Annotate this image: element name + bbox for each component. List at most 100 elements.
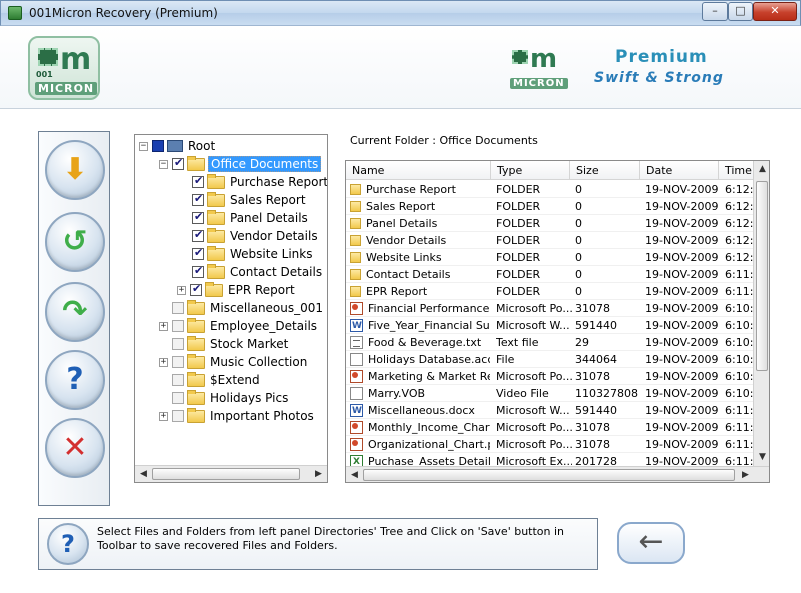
recover-drive-button[interactable]: ⬇ bbox=[45, 140, 105, 200]
tree-horizontal-scrollbar[interactable]: ◀ ▶ bbox=[135, 465, 327, 482]
scroll-thumb[interactable] bbox=[756, 181, 768, 371]
table-row[interactable]: Financial Performance o... Microsoft Po..… bbox=[346, 300, 755, 317]
exit-button[interactable]: ✕ bbox=[45, 418, 105, 478]
tree-node[interactable]: $Extend bbox=[172, 371, 262, 389]
tree-checkbox[interactable] bbox=[172, 392, 184, 404]
folder-icon bbox=[207, 263, 225, 279]
collapse-icon[interactable]: − bbox=[159, 159, 168, 169]
maximize-button[interactable]: □ bbox=[728, 2, 753, 21]
directory-tree[interactable]: − Root − Office Documents Purchase Repor… bbox=[134, 134, 328, 483]
tree-node[interactable]: Purchase Report bbox=[192, 173, 327, 191]
tree-node[interactable]: Stock Market bbox=[172, 335, 290, 353]
tree-checkbox[interactable] bbox=[192, 210, 204, 224]
tree-checkbox[interactable] bbox=[192, 174, 204, 188]
table-row[interactable]: Purchase Report FOLDER 0 19-NOV-2009 6:12:8 bbox=[346, 181, 755, 198]
table-row[interactable]: Monthly_Income_Chart.... Microsoft Po...3… bbox=[346, 419, 755, 436]
tree-node[interactable]: Panel Details bbox=[192, 209, 310, 227]
table-row[interactable]: Vendor Details FOLDER 0 19-NOV-2009 6:12:1 bbox=[346, 232, 755, 249]
tree-node[interactable]: + Music Collection bbox=[159, 353, 309, 371]
scroll-up-icon[interactable]: ▲ bbox=[755, 162, 769, 177]
back-button[interactable]: ← bbox=[617, 522, 685, 564]
tree-label: Employee_Details bbox=[210, 319, 318, 333]
vertical-scrollbar[interactable]: ▲ ▼ bbox=[753, 161, 769, 466]
tree-node-root[interactable]: − Root bbox=[139, 137, 217, 155]
table-row[interactable]: Marry.VOB Video File 110327808 19-NOV-2009 6… bbox=[346, 385, 755, 402]
tree-checkbox[interactable] bbox=[172, 156, 184, 170]
tree-label: Sales Report bbox=[230, 193, 306, 207]
tree-node[interactable]: Sales Report bbox=[192, 191, 308, 209]
help-button[interactable]: ? bbox=[45, 350, 105, 410]
file-name: Contact Details bbox=[366, 268, 451, 281]
table-row[interactable]: Website Links FOLDER 0 19-NOV-2009 6:12:1 bbox=[346, 249, 755, 266]
cell-size: 31078 bbox=[575, 370, 610, 383]
tree-node[interactable]: Holidays Pics bbox=[172, 389, 290, 407]
table-row[interactable]: Holidays Database.accdb File 344064 19-NOV-… bbox=[346, 351, 755, 368]
table-row[interactable]: Sales Report FOLDER 0 19-NOV-2009 6:12:6 bbox=[346, 198, 755, 215]
expand-icon[interactable]: + bbox=[159, 411, 168, 421]
scroll-down-icon[interactable]: ▼ bbox=[755, 450, 769, 465]
cell-type: File bbox=[496, 353, 515, 366]
tree-checkbox[interactable] bbox=[192, 192, 204, 206]
close-window-button[interactable]: ✕ bbox=[753, 2, 797, 21]
table-row[interactable]: Marketing & Market Res... Microsoft Po...… bbox=[346, 368, 755, 385]
table-row[interactable]: Five_Year_Financial Su... Microsoft W... 5… bbox=[346, 317, 755, 334]
micron-logo-small: m MICRON bbox=[508, 44, 572, 96]
open-folder-button[interactable]: ↺ bbox=[45, 212, 105, 272]
header-banner: m 001 MICRON m MICRON Premium Swift & St… bbox=[0, 26, 801, 109]
scroll-left-icon[interactable]: ◀ bbox=[136, 467, 151, 481]
expand-icon[interactable]: + bbox=[177, 285, 186, 295]
horizontal-scrollbar[interactable]: ◀ ▶ bbox=[346, 466, 769, 482]
tree-node[interactable]: Miscellaneous_001 bbox=[172, 299, 325, 317]
table-row[interactable]: Miscellaneous.docx Microsoft W... 591440 19… bbox=[346, 402, 755, 419]
scroll-thumb[interactable] bbox=[152, 468, 300, 480]
scroll-left-icon[interactable]: ◀ bbox=[347, 468, 362, 482]
save-folder-button[interactable]: ↷ bbox=[45, 282, 105, 342]
cell-size: 31078 bbox=[575, 438, 610, 451]
minimize-button[interactable]: – bbox=[702, 2, 728, 21]
tree-checkbox[interactable] bbox=[172, 410, 184, 422]
scroll-thumb[interactable] bbox=[363, 469, 735, 481]
file-list[interactable]: Name Type Size Date Time Purchase Report… bbox=[345, 160, 770, 483]
tree-checkbox[interactable] bbox=[192, 264, 204, 278]
tree-checkbox[interactable] bbox=[152, 140, 164, 152]
column-header-date[interactable]: Date bbox=[640, 161, 719, 180]
folder-icon bbox=[187, 389, 205, 405]
tree-node-office-documents[interactable]: − Office Documents bbox=[159, 155, 322, 173]
current-folder-label: Current Folder : bbox=[350, 134, 437, 147]
tree-node[interactable]: Website Links bbox=[192, 245, 314, 263]
column-header-type[interactable]: Type bbox=[491, 161, 570, 180]
tree-checkbox[interactable] bbox=[172, 356, 184, 368]
cell-type: FOLDER bbox=[496, 268, 541, 281]
tree-node[interactable]: Contact Details bbox=[192, 263, 324, 281]
column-header-name[interactable]: Name bbox=[346, 161, 491, 180]
scroll-right-icon[interactable]: ▶ bbox=[311, 467, 326, 481]
info-help-button[interactable]: ? bbox=[47, 523, 89, 565]
tree-checkbox[interactable] bbox=[192, 228, 204, 242]
table-row[interactable]: Contact Details FOLDER 0 19-NOV-2009 6:11:4 bbox=[346, 266, 755, 283]
expand-icon[interactable]: + bbox=[159, 321, 168, 331]
tree-node[interactable]: Vendor Details bbox=[192, 227, 320, 245]
tree-node[interactable]: + EPR Report bbox=[177, 281, 297, 299]
table-row[interactable]: Panel Details FOLDER 0 19-NOV-2009 6:12:7 bbox=[346, 215, 755, 232]
table-row[interactable]: Food & Beverage.txt Text file 29 19-NOV-200… bbox=[346, 334, 755, 351]
cell-date: 19-NOV-2009 bbox=[645, 421, 719, 434]
tree-checkbox[interactable] bbox=[172, 320, 184, 332]
tree-checkbox[interactable] bbox=[192, 246, 204, 260]
folder-file-icon bbox=[350, 286, 361, 297]
action-toolbar: ⬇ ↺ ↷ ? ✕ bbox=[38, 131, 110, 506]
tree-checkbox[interactable] bbox=[172, 374, 184, 386]
table-row[interactable]: EPR Report FOLDER 0 19-NOV-2009 6:11:4 bbox=[346, 283, 755, 300]
expand-icon[interactable]: + bbox=[159, 357, 168, 367]
table-row[interactable]: Organizational_Chart.pptx Microsoft Po...… bbox=[346, 436, 755, 453]
tree-checkbox[interactable] bbox=[172, 302, 184, 314]
tree-node[interactable]: + Important Photos bbox=[159, 407, 316, 425]
tree-node[interactable]: + Employee_Details bbox=[159, 317, 319, 335]
tree-checkbox[interactable] bbox=[172, 338, 184, 350]
current-folder: Current Folder : Office Documents bbox=[350, 134, 538, 147]
file-name: Marry.VOB bbox=[368, 387, 426, 400]
tree-checkbox[interactable] bbox=[190, 282, 202, 296]
scroll-right-icon[interactable]: ▶ bbox=[738, 468, 753, 482]
folder-icon bbox=[187, 299, 205, 315]
collapse-icon[interactable]: − bbox=[139, 141, 148, 151]
column-header-size[interactable]: Size bbox=[570, 161, 640, 180]
